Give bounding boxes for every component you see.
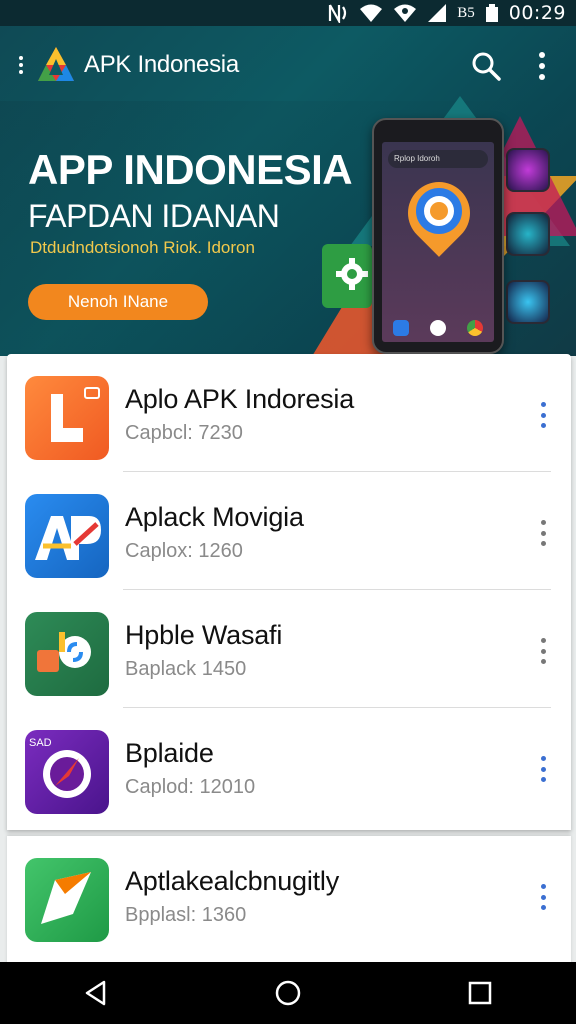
app-name: Aptlakealcbnugitly (125, 866, 340, 896)
lte-icon: B5 (457, 4, 475, 21)
status-time: 00:29 (508, 2, 566, 24)
search-icon[interactable] (470, 50, 502, 82)
banner-button[interactable]: Nenoh INane (28, 284, 208, 320)
phone-dock-icon (392, 320, 409, 336)
app-list-card: Aptlakealcbnugitly Bpplasl: 1360 (7, 836, 571, 966)
wifi-icon (359, 3, 383, 23)
list-item[interactable]: Aplack Movigia Caplox: 1260 (7, 472, 571, 590)
app-list: Aplo APK Indoresia Capbcl: 7230 Aplack M… (7, 354, 571, 966)
purple-compass-app-icon: SAD (25, 730, 109, 814)
signal-bars-icon (427, 3, 447, 23)
signal-icon (393, 3, 417, 23)
banner-tagline: Dtdudndotsionoh Riok. Idoron (30, 238, 255, 257)
green-share-app-icon (25, 612, 109, 696)
chrome-icon (467, 320, 484, 336)
more-icon[interactable] (536, 52, 548, 80)
home-icon[interactable] (268, 973, 308, 1013)
more-options-icon[interactable] (539, 756, 547, 782)
list-item[interactable]: Aptlakealcbnugitly Bpplasl: 1360 (7, 836, 571, 954)
app-name: Hpble Wasafi (125, 620, 283, 650)
orange-app-icon (25, 376, 109, 460)
app-meta: Capbcl: 7230 (125, 422, 243, 444)
more-options-icon[interactable] (539, 520, 547, 546)
app-list-card: Aplo APK Indoresia Capbcl: 7230 Aplack M… (7, 354, 571, 830)
list-item[interactable]: Hpble Wasafi Baplack 1450 (7, 590, 571, 708)
more-options-icon[interactable] (539, 402, 547, 428)
app-meta: Baplack 1450 (125, 658, 247, 680)
side-tile-1 (506, 148, 550, 192)
phone-screen: Rplop Idoroh (382, 142, 494, 342)
status-bar: B5 00:29 (0, 0, 576, 26)
green-arrow-app-icon (25, 858, 109, 942)
phone-dock (382, 320, 494, 336)
navigation-bar (0, 962, 576, 1024)
app-name: Aplack Movigia (125, 502, 304, 532)
gear-app-tile (322, 244, 372, 308)
app-meta: Bpplasl: 1360 (125, 904, 247, 926)
app-meta: Caplod: 12010 (125, 776, 256, 798)
app-name: Aplo APK Indoresia (125, 384, 355, 414)
phone-mockup: Rplop Idoroh (372, 118, 504, 354)
battery-icon (485, 3, 499, 23)
side-tile-2 (506, 212, 550, 256)
app-meta: Caplox: 1260 (125, 540, 243, 562)
side-tile-3 (506, 280, 550, 324)
phone-search-bar: Rplop Idoroh (388, 150, 488, 168)
svg-text:SAD: SAD (29, 737, 52, 749)
list-item[interactable]: Aplo APK Indoresia Capbcl: 7230 (7, 354, 571, 472)
recents-icon[interactable] (460, 973, 500, 1013)
logo-icon (38, 47, 74, 81)
home-dot-icon (429, 320, 446, 336)
banner-subtitle: FAPDAN IDANAN (28, 198, 280, 234)
back-icon[interactable] (76, 973, 116, 1013)
menu-icon[interactable] (14, 56, 28, 74)
app-name: Bplaide (125, 738, 214, 768)
banner-title: APP INDONESIA (28, 146, 353, 193)
app-title: APK Indonesia (84, 51, 239, 78)
app-bar: APK Indonesia (0, 26, 576, 104)
more-options-icon[interactable] (539, 884, 547, 910)
more-options-icon[interactable] (539, 638, 547, 664)
list-item[interactable]: SAD Bplaide Caplod: 12010 (7, 708, 571, 826)
nfc-icon (327, 3, 349, 23)
ap-app-icon (25, 494, 109, 578)
